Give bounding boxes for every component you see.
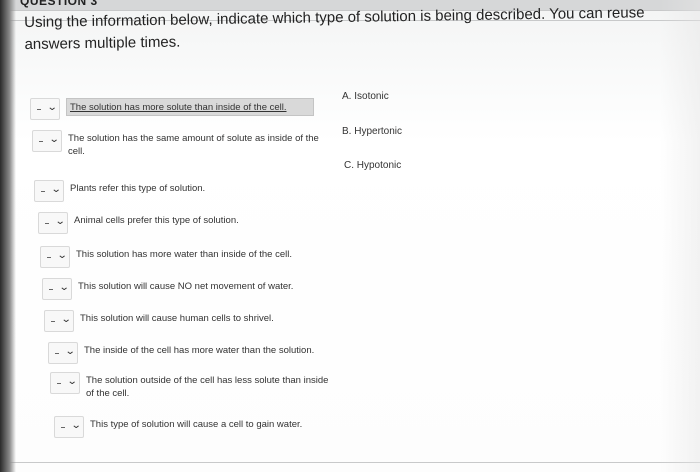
statement-text: This type of solution will cause a cell …	[90, 419, 303, 430]
divider	[0, 462, 700, 463]
list-item: ⌄ This type of solution will cause a cel…	[54, 416, 350, 438]
chevron-down-icon: ⌄	[50, 184, 62, 195]
answer-dropdown[interactable]: ⌄	[48, 342, 78, 364]
question-prompt: Using the information below, indicate wh…	[24, 4, 645, 53]
answer-dropdown[interactable]: ⌄	[38, 212, 68, 234]
chevron-down-icon: ⌄	[60, 314, 72, 325]
chevron-down-icon: ⌄	[70, 420, 82, 431]
answer-dropdown[interactable]: ⌄	[30, 98, 60, 120]
chevron-down-icon: ⌄	[58, 282, 70, 293]
chevron-down-icon: ⌄	[54, 216, 66, 227]
dropdown-value	[37, 109, 41, 110]
list-item: ⌄ The solution has more solute than insi…	[30, 98, 314, 120]
statement-text: Plants refer this type of solution.	[70, 183, 206, 194]
statement-text: This solution will cause NO net movement…	[78, 281, 294, 292]
answer-choice: B. Hypertonic	[342, 126, 403, 137]
dropdown-value	[49, 289, 53, 290]
dropdown-value	[61, 427, 65, 428]
dropdown-value	[41, 191, 45, 192]
dropdown-value	[55, 353, 59, 354]
list-item: ⌄ The solution outside of the cell has l…	[50, 372, 336, 400]
chevron-down-icon: ⌄	[48, 134, 60, 145]
chevron-down-icon: ⌄	[56, 250, 68, 261]
answer-dropdown[interactable]: ⌄	[42, 278, 72, 300]
statement-text: This solution has more water than inside…	[76, 249, 292, 260]
list-item: ⌄ This solution will cause NO net moveme…	[42, 278, 338, 300]
answer-dropdown[interactable]: ⌄	[32, 130, 62, 152]
list-item: ⌄ The solution has the same amount of so…	[32, 130, 323, 158]
screen-edge-shadow	[0, 0, 16, 472]
list-item: ⌄ The inside of the cell has more water …	[48, 342, 344, 364]
answer-dropdown[interactable]: ⌄	[34, 180, 64, 202]
list-item: ⌄ Plants refer this type of solution.	[34, 180, 330, 202]
statement-text: This solution will cause human cells to …	[80, 313, 274, 324]
answer-dropdown[interactable]: ⌄	[54, 416, 84, 438]
answer-dropdown[interactable]: ⌄	[44, 310, 74, 332]
statement-text: The solution outside of the cell has les…	[86, 375, 329, 399]
answer-choice: C. Hypotonic	[344, 160, 402, 171]
answer-dropdown[interactable]: ⌄	[50, 372, 80, 394]
statement-text: The inside of the cell has more water th…	[84, 345, 315, 356]
quiz-page: QUESTION 3 Using the information below, …	[0, 0, 700, 472]
chevron-down-icon: ⌄	[64, 346, 76, 357]
dropdown-value	[39, 141, 43, 142]
answer-dropdown[interactable]: ⌄	[40, 246, 70, 268]
dropdown-value	[51, 321, 55, 322]
answer-choice: A. Isotonic	[342, 91, 389, 102]
chevron-down-icon: ⌄	[66, 376, 78, 387]
statement-text: Animal cells prefer this type of solutio…	[74, 215, 239, 226]
dropdown-value	[57, 383, 61, 384]
statement-text: The solution has the same amount of solu…	[68, 133, 319, 157]
dropdown-value	[47, 257, 51, 258]
list-item: ⌄ Animal cells prefer this type of solut…	[38, 212, 334, 234]
list-item: ⌄ This solution has more water than insi…	[40, 246, 336, 268]
chevron-down-icon: ⌄	[46, 102, 58, 113]
dropdown-value	[45, 223, 49, 224]
statement-text: The solution has more solute than inside…	[66, 98, 314, 116]
list-item: ⌄ This solution will cause human cells t…	[44, 310, 340, 332]
screen-edge-fade	[660, 0, 700, 472]
